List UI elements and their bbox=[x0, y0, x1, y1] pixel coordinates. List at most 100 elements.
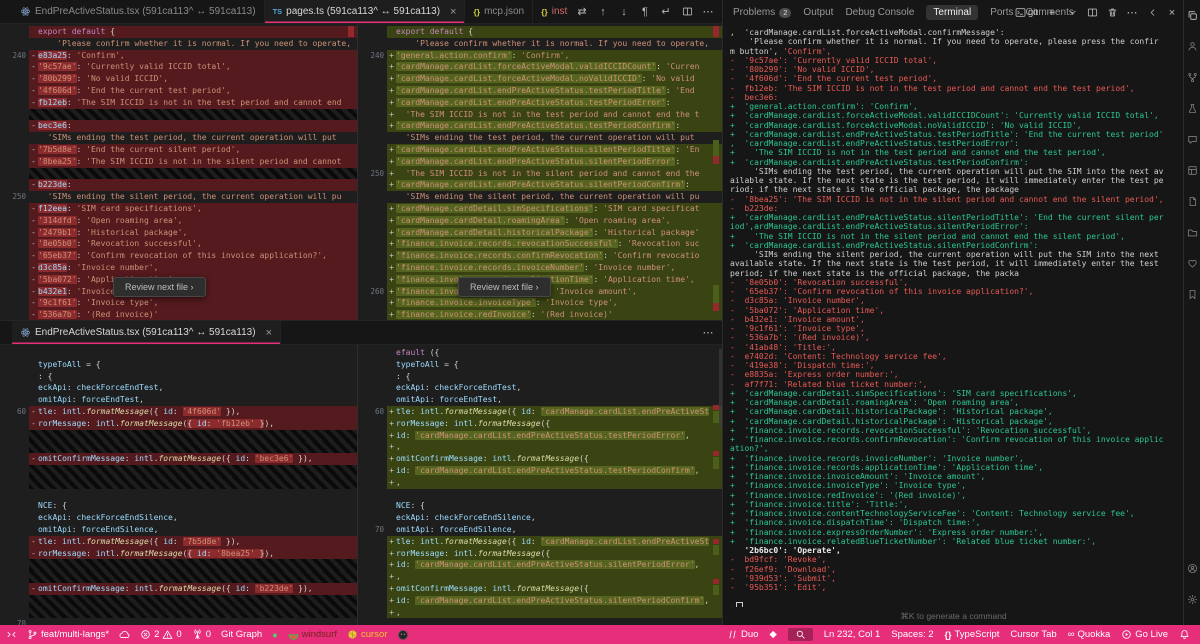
chevdown-button[interactable] bbox=[1066, 7, 1078, 18]
watermelon-icon bbox=[288, 629, 299, 640]
status-item-typescript[interactable]: {}TypeScript bbox=[945, 629, 1000, 640]
terminal-line: - '9c57ae': 'Currently valid ICCID total… bbox=[730, 56, 1184, 65]
more-button[interactable]: ⋯ bbox=[1126, 6, 1138, 19]
status-item-circleface[interactable] bbox=[397, 629, 409, 641]
review-next-file-button[interactable]: Review next file › bbox=[458, 277, 551, 297]
overview-ruler-mark bbox=[713, 140, 719, 156]
account-icon[interactable] bbox=[1187, 41, 1198, 52]
status-item-go-live[interactable]: Go Live bbox=[1121, 629, 1168, 640]
close-icon[interactable]: × bbox=[266, 327, 272, 339]
code-line: export default { bbox=[358, 26, 722, 38]
panel-tab-debug-console[interactable]: Debug Console bbox=[845, 7, 914, 18]
wrap-button[interactable]: ↵ bbox=[660, 5, 672, 18]
status-item-duo[interactable]: Duo bbox=[727, 629, 758, 640]
panel-tab-terminal[interactable]: Terminal bbox=[926, 5, 978, 20]
diff-original-pane-endpreactivestatus[interactable]: typeToAll = {: {eckApi: checkForceEndTes… bbox=[0, 345, 357, 626]
status-item-cursor[interactable]: cursor bbox=[347, 629, 387, 640]
status-item-bell[interactable] bbox=[1179, 629, 1190, 640]
code-line: -'9c1f61': 'Invoice type', bbox=[0, 297, 357, 309]
status-item-spaces-2[interactable]: Spaces: 2 bbox=[891, 629, 933, 640]
more-button[interactable]: ⋯ bbox=[702, 5, 714, 18]
terminal-line: - '80b299': 'No valid ICCID', bbox=[730, 65, 1184, 74]
up-button[interactable]: ↑ bbox=[597, 6, 609, 18]
down-button[interactable]: ↓ bbox=[618, 6, 630, 18]
diff-modified-pane-endpreactivestatus[interactable]: efault ({typeToAll = {: {eckApi: checkFo… bbox=[357, 345, 722, 626]
split-button[interactable] bbox=[681, 6, 693, 17]
terminal-line: + 'finance.invoice.records.confirmRevoca… bbox=[730, 435, 1184, 444]
editor-tab[interactable]: {}instruction2.json1 bbox=[533, 0, 568, 23]
fork-icon[interactable] bbox=[1187, 72, 1198, 83]
more-button[interactable]: ⋯ bbox=[702, 326, 714, 339]
chevleft-button[interactable] bbox=[1146, 7, 1158, 18]
top-editor-actions: ⇄ ↑ ↓ ¶ ↵ ⋯ bbox=[568, 0, 722, 23]
terminal-line: + 'cardManage.cardDetail.historicalPacka… bbox=[730, 407, 1184, 416]
closex-button[interactable]: × bbox=[1166, 7, 1178, 19]
editor-area: EndPreActiveStatus.tsx (591ca113^ ↔ 591c… bbox=[0, 0, 722, 625]
status-item-diamond[interactable]: ◆ bbox=[769, 629, 776, 640]
terminal-cursor bbox=[736, 602, 743, 608]
terminal-line: + 'cardManage.cardList.endPreActiveStatu… bbox=[730, 213, 1184, 222]
status-item-cursor-tab[interactable]: Cursor Tab bbox=[1010, 629, 1056, 640]
terminal-line: + 'cardManage.cardList.endPreActiveStatu… bbox=[730, 130, 1184, 139]
close-icon[interactable]: × bbox=[450, 6, 456, 18]
code-line: -'8e05b0': 'Revocation successful', bbox=[0, 238, 357, 250]
editor-tab[interactable]: EndPreActiveStatus.tsx (591ca113^ ↔ 591c… bbox=[12, 321, 281, 344]
status-item-quokka[interactable]: ∞Quokka bbox=[1068, 629, 1111, 640]
code-line bbox=[0, 559, 357, 571]
trash-button[interactable] bbox=[1106, 7, 1118, 18]
code-line: export default { bbox=[0, 26, 357, 38]
terminal-line: , 'cardManage.cardList.forceActiveModal.… bbox=[730, 28, 1184, 37]
termgit-button[interactable]: git bbox=[1015, 7, 1038, 18]
overview-ruler-mark bbox=[348, 26, 354, 37]
status-item-ln-232-col-1[interactable]: Ln 232, Col 1 bbox=[824, 629, 881, 640]
swap-button[interactable]: ⇄ bbox=[576, 5, 588, 18]
status-item-git-graph[interactable]: Git Graph bbox=[221, 629, 262, 640]
status-item-2[interactable]: 20 bbox=[140, 629, 182, 640]
folder-icon[interactable] bbox=[1187, 227, 1198, 238]
review-next-file-button[interactable]: Review next file › bbox=[113, 277, 206, 297]
terminal-line: - '41ab48': 'Title:', bbox=[730, 343, 1184, 352]
diff-original-pane-pages[interactable]: export default { 'Please confirm whether… bbox=[0, 24, 357, 320]
terminal-output[interactable]: , 'cardManage.cardList.forceActiveModal.… bbox=[723, 25, 1184, 607]
tab-label: EndPreActiveStatus.tsx (591ca113^ ↔ 591c… bbox=[35, 327, 256, 338]
terminal-line: - '4f606d': 'End the current test period… bbox=[730, 74, 1184, 83]
code-line: +omitConfirmMessage: intl.formatMessage(… bbox=[358, 583, 722, 595]
status-item-windsurf[interactable]: windsurf bbox=[288, 629, 337, 640]
code-line bbox=[0, 168, 357, 180]
plus-button[interactable]: + bbox=[1046, 7, 1058, 19]
comment-icon[interactable] bbox=[1187, 134, 1198, 145]
status-item-greendot[interactable]: ● bbox=[272, 630, 277, 640]
status-item-cloud[interactable] bbox=[119, 629, 130, 640]
code-line: +'cardManage.cardList.forceActiveModal.n… bbox=[358, 73, 722, 85]
cursor-window: EndPreActiveStatus.tsx (591ca113^ ↔ 591c… bbox=[0, 0, 1200, 644]
copy-icon[interactable] bbox=[1187, 10, 1198, 21]
editor-tab[interactable]: EndPreActiveStatus.tsx (591ca113^ ↔ 591c… bbox=[12, 0, 265, 23]
status-item-0[interactable]: 0 bbox=[192, 629, 211, 640]
file-icon[interactable] bbox=[1187, 196, 1198, 207]
status-item-magnifier[interactable] bbox=[788, 628, 813, 641]
diff-modified-pane-pages[interactable]: export default { 'Please confirm whether… bbox=[357, 24, 722, 320]
panel-tab-problems[interactable]: Problems2 bbox=[733, 7, 791, 18]
gear-icon[interactable] bbox=[1187, 594, 1198, 605]
code-line bbox=[0, 109, 357, 121]
bookmark-icon[interactable] bbox=[1187, 289, 1198, 300]
status-item-feat-multi-langs-[interactable]: feat/multi-langs* bbox=[27, 629, 109, 640]
code-line: omitApi: forceEndTest, bbox=[0, 394, 357, 406]
panel-tab-ports[interactable]: Ports bbox=[990, 7, 1013, 18]
terminal-line: - d3c85a: 'Invoice number', bbox=[730, 296, 1184, 305]
heart-icon[interactable] bbox=[1187, 258, 1198, 269]
code-line: +'cardManage.cardDetail.simSpecification… bbox=[358, 203, 722, 215]
tab-label: EndPreActiveStatus.tsx (591ca113^ ↔ 591c… bbox=[35, 6, 256, 17]
panel-tab-output[interactable]: Output bbox=[803, 7, 833, 18]
terminal-line: + 'cardManage.cardList.forceActiveModal.… bbox=[730, 111, 1184, 120]
beaker-icon[interactable] bbox=[1187, 103, 1198, 114]
accountc-icon[interactable] bbox=[1187, 563, 1198, 574]
code-line: omitApi: forceEndTest, bbox=[358, 394, 722, 406]
editor-tab[interactable]: {}mcp.json bbox=[465, 0, 533, 23]
editor-tab[interactable]: TSpages.ts (591ca113^ ↔ 591ca113)× bbox=[265, 0, 466, 23]
pilcrow-button[interactable]: ¶ bbox=[639, 6, 651, 18]
grid-icon[interactable] bbox=[1187, 165, 1198, 176]
status-item-remote[interactable] bbox=[6, 629, 17, 640]
code-line: -omitConfirmMessage: intl.formatMessage(… bbox=[0, 453, 357, 465]
split-button[interactable] bbox=[1086, 7, 1098, 18]
